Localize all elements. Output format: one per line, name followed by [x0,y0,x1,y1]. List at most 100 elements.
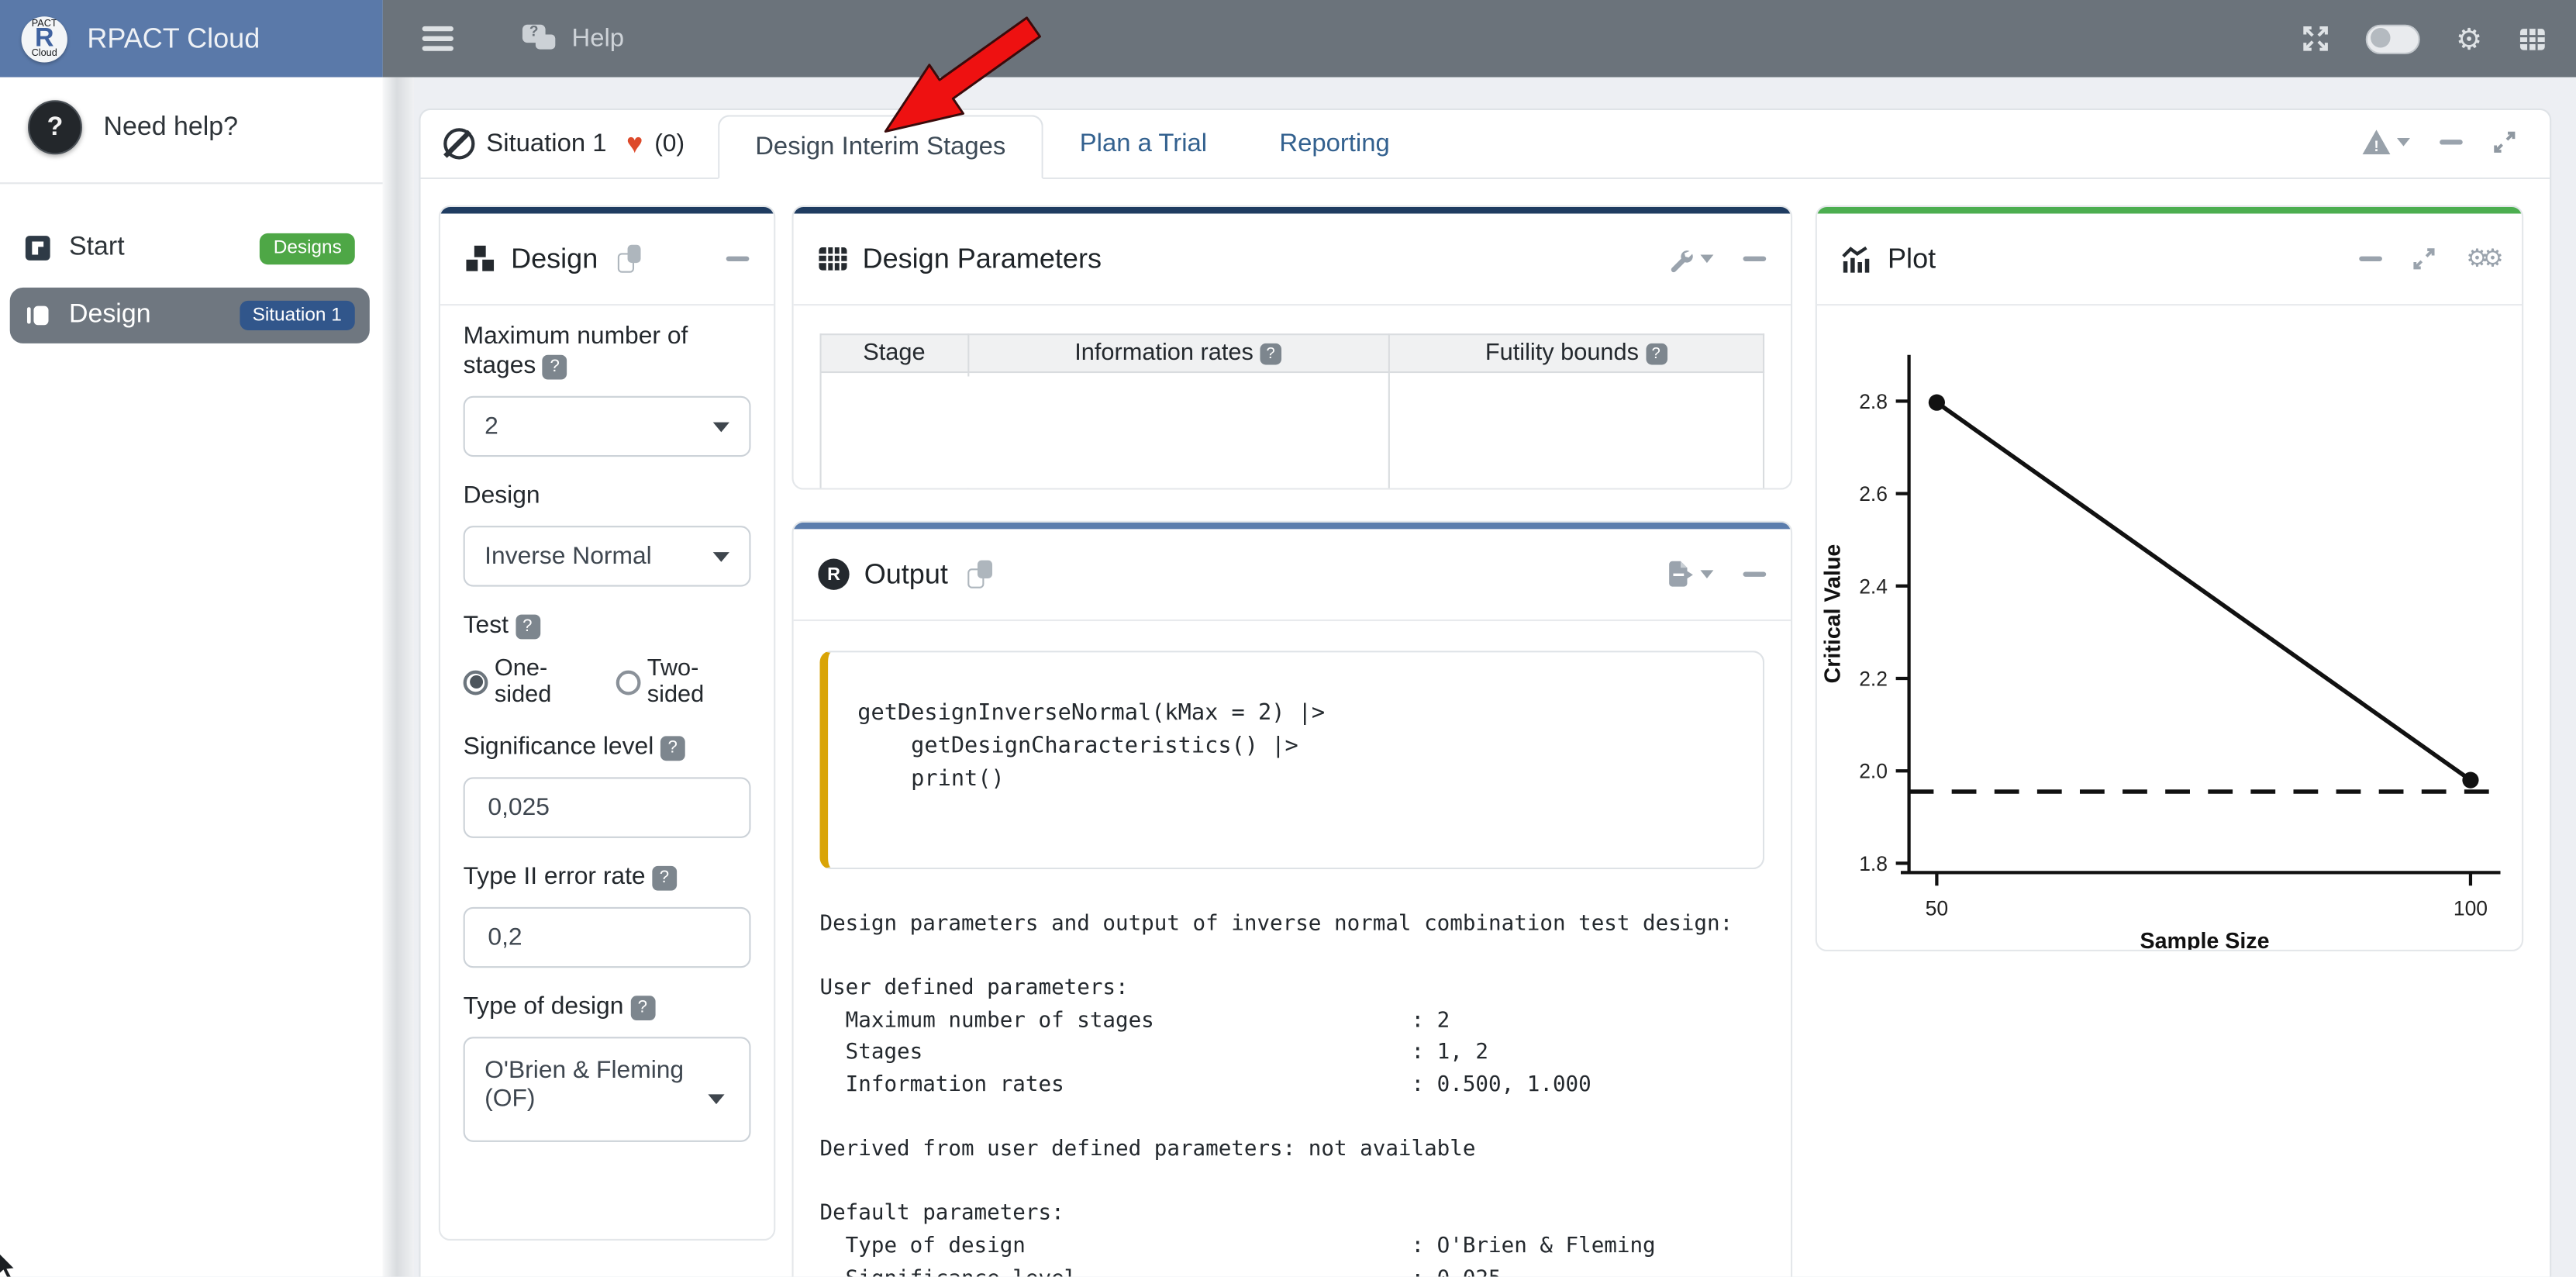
help-badge-icon[interactable] [543,354,567,379]
type2-error-label: Type II error rate [464,863,751,892]
table-icon [818,247,847,271]
significance-field[interactable] [464,777,751,837]
sidebar-header: PACT R Cloud RPACT Cloud [0,0,383,78]
heart-icon[interactable] [626,129,643,157]
radio-label: One-sided [495,656,599,709]
svg-text:2.8: 2.8 [1859,390,1888,413]
radio-one-sided[interactable] [464,670,488,695]
logo-bottom-text: Cloud [22,49,67,59]
tab-bar: Situation 1 (0) Design Interim Stages Pl… [421,110,2550,179]
r-logo-icon: R [818,559,849,590]
warnings-dropdown[interactable] [2362,129,2409,154]
collapse-panel-button[interactable] [1743,257,1767,261]
output-text: Design parameters and output of inverse … [820,909,1765,1277]
situation-badge: Situation 1 [240,300,355,330]
tab-label: Reporting [1279,129,1389,158]
sidebar-item-start[interactable]: Start Designs [10,220,370,277]
file-export-icon [1667,561,1694,588]
col-header-futility-bounds: Futility bounds [1388,334,1764,372]
collapse-panel-button[interactable] [1743,572,1767,576]
futility-bound-cell[interactable]: -6.000 [1388,372,1764,490]
fullscreen-icon[interactable] [2302,25,2329,53]
type2-error-field[interactable] [464,907,751,968]
question-mark-icon [28,100,82,154]
rpact-logo-icon: PACT R Cloud [22,16,67,61]
sidebar: Need help? Start Designs Design Situatio… [0,78,383,1277]
design-select[interactable]: Inverse Normal [464,526,751,586]
copy-icon[interactable] [967,561,994,588]
need-help-label: Need help? [104,112,238,142]
need-help-link[interactable]: Need help? [0,78,383,176]
svg-text:2.0: 2.0 [1859,760,1888,783]
sidebar-item-label: Design [69,300,151,330]
tab-reporting[interactable]: Reporting [1243,110,1426,178]
design-panel: Design Maximum number of stages 2 Design [439,205,775,1241]
svg-text:Sample Size: Sample Size [2140,929,2270,951]
sidebar-item-design[interactable]: Design Situation 1 [10,287,370,343]
content-scrollbar[interactable] [383,78,414,1277]
panel-title: Plot [1888,243,1936,275]
svg-text:2.4: 2.4 [1859,575,1888,598]
svg-text:1.8: 1.8 [1859,852,1888,875]
help-badge-icon[interactable] [1260,343,1281,365]
grid-apps-icon[interactable] [2519,26,2547,52]
tab-label: Design Interim Stages [755,133,1005,162]
svg-text:50: 50 [1926,896,1948,920]
dark-mode-toggle[interactable] [2365,24,2419,53]
settings-gear-icon[interactable]: ⚙ [2456,24,2482,53]
favorites-count: (0) [654,129,685,157]
sidebar-toggle-icon[interactable] [422,26,453,51]
svg-text:2.2: 2.2 [1859,668,1888,691]
type-of-design-select[interactable]: O'Brien & Fleming (OF) [464,1037,751,1142]
table-row: 1 0.500 -6.000 [821,372,1764,490]
output-text-block: Design parameters and output of inverse … [820,909,1765,1277]
export-dropdown[interactable] [1667,561,1713,588]
svg-text:2.6: 2.6 [1859,482,1888,506]
collapse-panel-button[interactable] [726,257,750,261]
designs-badge: Designs [260,233,355,264]
output-panel: R Output [791,521,1792,1277]
tools-dropdown[interactable] [1667,246,1713,272]
tab-plan-a-trial[interactable]: Plan a Trial [1043,110,1243,178]
wrench-icon [1667,246,1694,272]
design-label: Design [464,481,751,511]
help-badge-icon[interactable] [660,735,685,760]
chevron-down-icon [713,552,729,562]
help-badge-icon[interactable] [652,865,677,890]
help-badge-icon[interactable] [1645,343,1667,365]
significance-input[interactable] [485,792,729,823]
help-menu[interactable]: Help [522,24,624,53]
design-icon [25,302,51,328]
collapse-panel-button[interactable] [2359,257,2382,261]
top-navbar: Help ⚙ [383,0,2576,78]
type-of-design-label: Type of design [464,992,751,1022]
help-badge-icon[interactable] [515,614,540,639]
help-badge-icon[interactable] [630,995,655,1020]
app-root: PACT R Cloud RPACT Cloud Help ⚙ [0,0,2576,1277]
no-entry-icon [443,128,474,159]
r-code-block: getDesignInverseNormal(kMax = 2) |> getD… [820,651,1765,869]
mouse-cursor-icon [0,1252,22,1277]
code-text: getDesignInverseNormal(kMax = 2) |> getD… [857,697,1733,796]
max-stages-label: Maximum number of stages [464,322,751,381]
radio-two-sided[interactable] [616,670,640,695]
chart-icon [1842,246,1873,272]
collapse-card-button[interactable] [2440,140,2463,144]
expand-panel-icon[interactable] [2412,247,2436,271]
warning-icon [2362,129,2390,154]
chevron-down-icon [708,1094,724,1104]
plot-settings-gears-icon[interactable]: ⚙⚙ [2466,247,2497,271]
expand-card-icon[interactable] [2492,129,2517,154]
plot-svg: 1.82.02.22.42.62.850100Sample SizeCritic… [1817,307,2522,951]
type2-error-input[interactable] [485,922,729,953]
help-bubbles-icon [522,25,559,53]
sidebar-divider [0,182,383,184]
help-label: Help [572,24,625,53]
max-stages-value: 2 [485,412,498,440]
card-actions [2362,129,2516,154]
max-stages-select[interactable]: 2 [464,396,751,457]
test-radio-group: One-sided Two-sided [464,656,751,709]
panel-title: Design [511,243,598,275]
copy-icon[interactable] [618,245,644,273]
tab-label: Plan a Trial [1080,129,1207,158]
